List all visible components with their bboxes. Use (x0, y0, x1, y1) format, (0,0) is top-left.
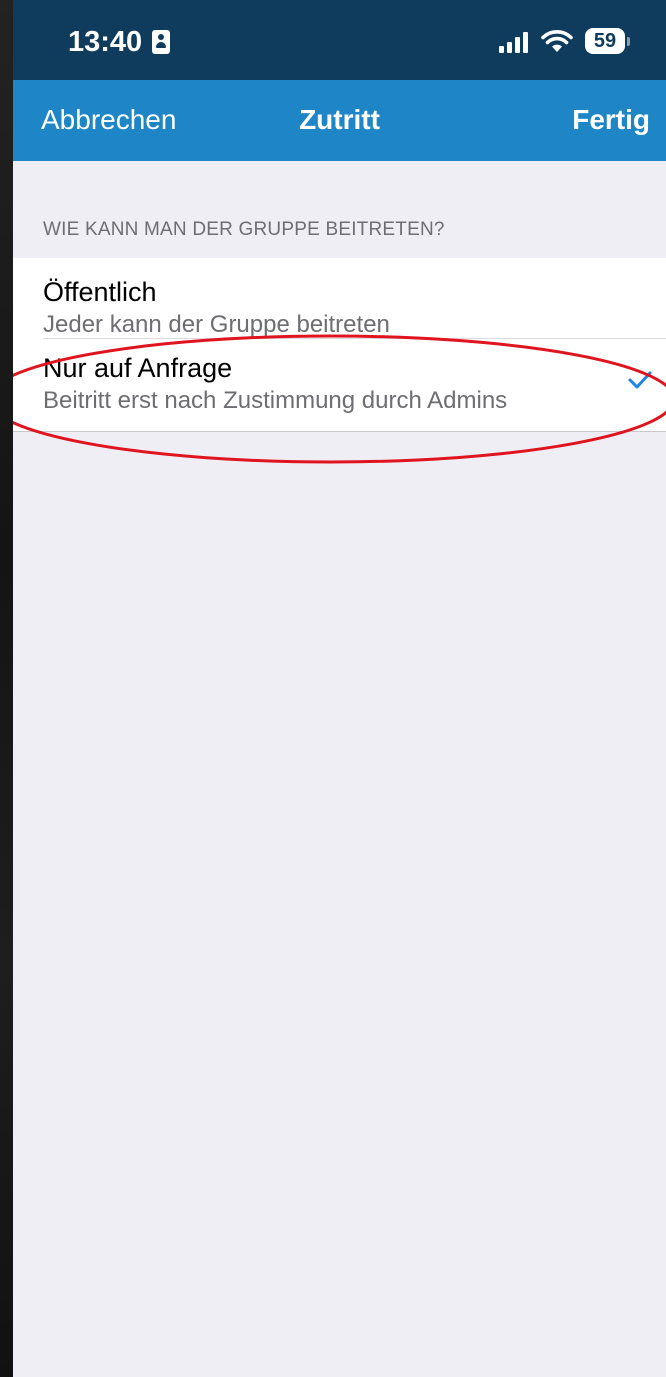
section-header: WIE KANN MAN DER GRUPPE BEITRETEN? (43, 219, 445, 240)
option-on-request[interactable]: Nur auf Anfrage Beitritt erst nach Zusti… (13, 339, 666, 431)
done-button[interactable]: Fertig (572, 104, 650, 136)
page-title: Zutritt (299, 104, 380, 135)
navigation-bar: Abbrechen Zutritt Fertig (13, 80, 666, 161)
background-strip (0, 0, 13, 1377)
contact-card-icon (152, 30, 170, 54)
option-title: Nur auf Anfrage (43, 353, 233, 383)
phone-screen: 13:40 59 Abbrechen Zutritt Fertig WIE KA… (13, 0, 666, 1377)
option-title: Öffentlich (43, 277, 157, 307)
cellular-signal-icon (499, 31, 529, 53)
status-time: 13:40 (68, 26, 143, 58)
option-public[interactable]: Öffentlich Jeder kann der Gruppe beitret… (43, 258, 666, 339)
battery-icon: 59 (585, 28, 630, 54)
join-options-list: Öffentlich Jeder kann der Gruppe beitret… (13, 258, 666, 432)
option-subtitle: Jeder kann der Gruppe beitreten (43, 311, 390, 338)
status-bar: 13:40 59 (13, 0, 666, 80)
option-subtitle: Beitritt erst nach Zustimmung durch Admi… (43, 387, 508, 414)
checkmark-icon (628, 371, 652, 389)
wifi-icon (541, 30, 573, 52)
